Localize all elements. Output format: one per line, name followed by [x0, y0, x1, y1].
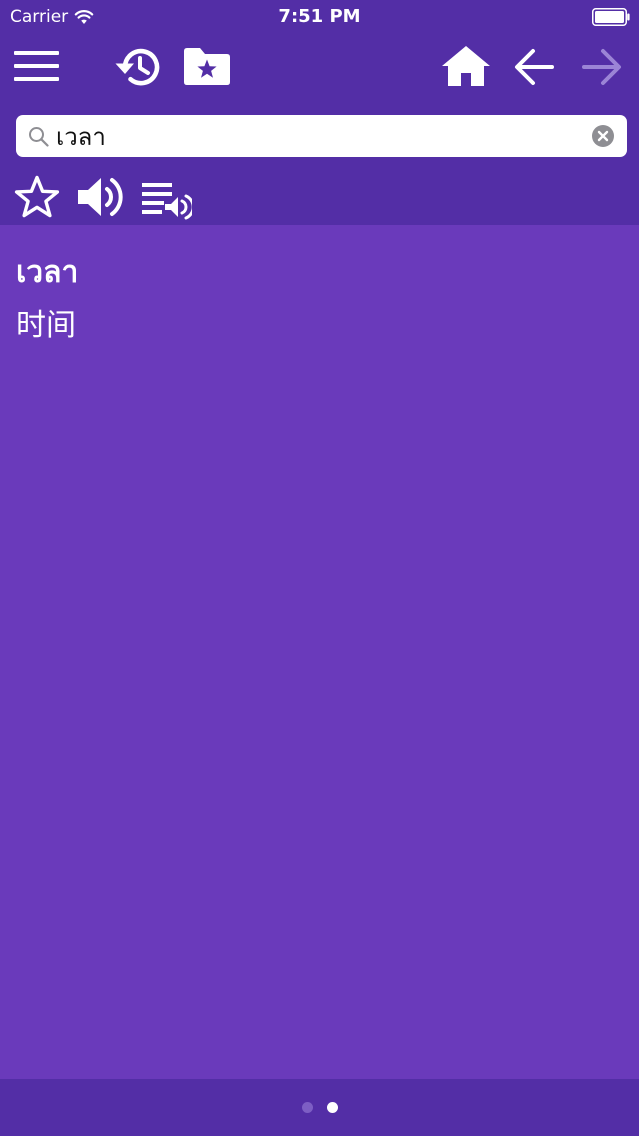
home-button[interactable]	[441, 45, 491, 87]
back-button[interactable]	[514, 48, 554, 86]
entry-translation: 时间	[16, 308, 76, 343]
history-button[interactable]	[112, 45, 164, 89]
entry-word: เวลา	[16, 255, 79, 290]
entry-content: เวลา 时间	[0, 225, 639, 1079]
speaker-icon	[78, 178, 123, 216]
speak-button[interactable]	[77, 175, 125, 219]
clear-search-icon[interactable]	[592, 125, 614, 147]
status-bar: Carrier 7:51 PM	[0, 0, 639, 34]
add-favorite-button[interactable]	[14, 175, 60, 219]
back-arrow-icon	[515, 49, 554, 85]
forward-button[interactable]	[582, 48, 622, 86]
status-time: 7:51 PM	[278, 6, 361, 27]
page-dot-1[interactable]	[301, 1102, 313, 1113]
battery-icon	[592, 8, 630, 26]
speak-list-button[interactable]	[142, 180, 192, 220]
favorites-folder-button[interactable]	[183, 46, 231, 86]
search-input[interactable]	[56, 120, 576, 152]
favorites-folder-icon	[184, 48, 230, 85]
search-icon	[29, 127, 49, 147]
menu-icon	[14, 51, 59, 81]
forward-arrow-icon	[582, 49, 621, 85]
page-control-bar	[0, 1079, 639, 1136]
star-icon	[14, 175, 60, 218]
header: Carrier 7:51 PM	[0, 0, 639, 225]
home-icon	[442, 46, 490, 86]
history-icon	[115, 48, 160, 86]
playlist-audio-icon	[142, 183, 192, 220]
page-indicator	[0, 1102, 639, 1113]
page-dot-2[interactable]	[326, 1102, 338, 1113]
dictionary-screen: Carrier 7:51 PM เวลา เวลา 时间	[0, 0, 639, 1136]
search-bar	[16, 115, 627, 157]
menu-button[interactable]	[14, 50, 60, 84]
